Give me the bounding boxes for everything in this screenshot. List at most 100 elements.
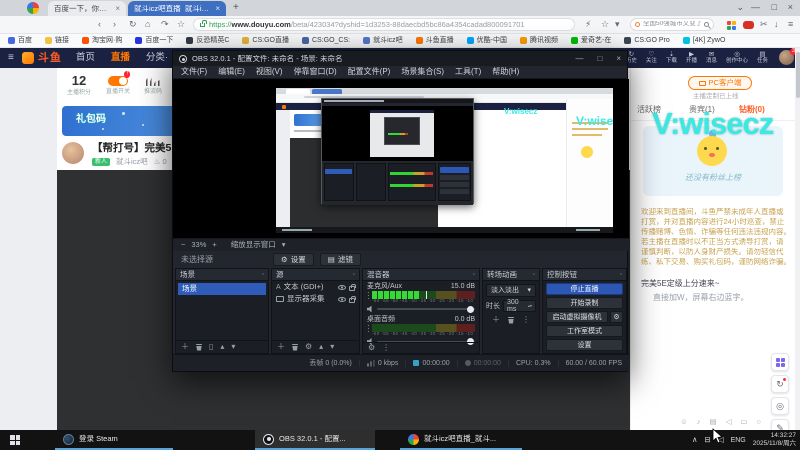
lock-icon[interactable] — [349, 295, 356, 303]
obs-settings-button[interactable]: 设置 — [546, 339, 623, 351]
remove-transition-button[interactable] — [508, 316, 514, 324]
pin-icon[interactable]: ▫ — [533, 272, 535, 278]
network-icon[interactable]: ⊟ — [705, 436, 711, 444]
scrollbar-thumb[interactable] — [795, 52, 800, 98]
bookmark-item[interactable]: 淘宝网·购 — [82, 37, 122, 44]
duplicate-icon[interactable]: ▯ — [209, 343, 213, 351]
bookmark-item[interactable]: [4K] ZywO — [682, 37, 725, 44]
bookmark-item[interactable]: 就斗icz吧 — [363, 37, 403, 44]
start-button[interactable] — [10, 435, 20, 445]
remove-source-button[interactable] — [292, 343, 298, 351]
input-language[interactable]: ENG — [731, 437, 746, 444]
history-button[interactable]: ↻ — [771, 375, 789, 393]
settings-icon[interactable]: ○ — [756, 418, 761, 426]
pin-icon[interactable]: ▫ — [620, 272, 622, 278]
bookmark-item[interactable]: 链接 — [45, 37, 69, 44]
spinner-arrows[interactable]: ▴▾ — [528, 304, 532, 308]
back-icon[interactable]: ‹ — [98, 20, 101, 29]
start-recording-button[interactable]: 开始录制 — [546, 297, 623, 309]
speaker-icon[interactable] — [367, 305, 372, 313]
live-toggle-stat[interactable]: ! 直播开关 — [99, 71, 137, 95]
bookmark-item[interactable]: 斗鱼直播 — [415, 37, 454, 44]
bookmark-item[interactable]: 优酷-中国 — [466, 37, 507, 44]
kebab-menu-icon[interactable]: ⋮ — [522, 316, 530, 324]
emote-icon[interactable]: ☺ — [680, 418, 688, 426]
slider-knob[interactable] — [467, 305, 475, 313]
zoom-mode-label[interactable]: 缩放显示窗口 — [231, 241, 276, 249]
move-up-button[interactable]: ▴ — [220, 343, 224, 351]
flash-icon[interactable]: ⚡ — [585, 20, 591, 29]
url-dropdown-icon[interactable]: ▾ — [615, 20, 620, 29]
bookmark-star-icon[interactable]: ☆ — [177, 20, 185, 29]
visibility-eye-icon[interactable] — [338, 296, 346, 302]
move-down-button[interactable]: ▾ — [231, 343, 235, 351]
panel-icon[interactable]: ▤ — [710, 418, 717, 426]
streamer-name[interactable]: 就斗icz吧 — [116, 158, 148, 166]
move-down-button[interactable]: ▾ — [330, 343, 334, 351]
zoom-in-button[interactable]: + — [212, 241, 216, 249]
live-toggle-switch[interactable]: ! — [108, 71, 130, 86]
menu-follow[interactable]: ♡ 关注 — [646, 51, 657, 65]
menu-messages[interactable]: ✉ 消息 — [706, 51, 717, 65]
bookmark-item[interactable]: 百度 — [8, 37, 32, 44]
url-field[interactable]: https://www.douyu.com/beta/423034?dyshid… — [193, 18, 575, 31]
menu-docks[interactable]: 停靠窗口(D) — [294, 68, 337, 76]
search-icon[interactable] — [704, 22, 709, 27]
user-avatar[interactable]: 3 — [779, 48, 797, 65]
stop-streaming-button[interactable]: 停止直播 — [546, 283, 623, 295]
taskbar-obs[interactable]: OBS 32.0.1 - 配置... — [255, 430, 375, 450]
menu-tools[interactable]: 工具(T) — [455, 68, 481, 76]
mute-icon[interactable]: ◁ — [726, 418, 732, 426]
menu-tasks[interactable]: ▤ 任务 — [757, 51, 768, 65]
douyu-logo-icon[interactable] — [21, 52, 34, 64]
menu-edit[interactable]: 编辑(E) — [218, 68, 245, 76]
pin-icon[interactable]: ▫ — [353, 272, 355, 278]
virtual-camera-settings-gear-icon[interactable]: ⚙ — [610, 311, 623, 323]
bookmark-item[interactable]: 爱奇艺-在 — [571, 37, 611, 44]
bookmark-item[interactable]: 腾讯视频 — [520, 37, 558, 44]
record-button[interactable]: ◎ — [771, 397, 789, 415]
mixer-settings-gear-icon[interactable]: ⚙ — [368, 344, 375, 352]
nav-home[interactable]: 首页 — [76, 53, 95, 63]
bookmark-item[interactable]: CS:GO Pro — [624, 37, 670, 44]
reload-icon[interactable]: ↻ — [129, 20, 137, 29]
duration-input[interactable]: 300 ms ▴▾ — [503, 299, 536, 313]
bookmark-item[interactable]: 百度一下 — [135, 37, 173, 44]
lock-icon[interactable] — [349, 283, 356, 291]
visibility-eye-icon[interactable] — [338, 284, 346, 290]
tray-expand-icon[interactable]: ∧ — [692, 436, 698, 444]
window-close-button[interactable]: × — [788, 3, 793, 12]
zoom-out-button[interactable]: − — [181, 241, 185, 249]
menu-scene-collection[interactable]: 场景集合(S) — [401, 68, 444, 76]
pin-icon[interactable]: ▫ — [473, 272, 475, 278]
tab-close-icon[interactable]: × — [115, 4, 120, 13]
browser-menu-icon[interactable]: ≡ — [788, 20, 793, 29]
remove-scene-button[interactable] — [196, 343, 202, 351]
page-scrollbar[interactable] — [795, 48, 800, 430]
source-item-display[interactable]: 显示器采集 — [272, 293, 359, 305]
browser-tab-baidu[interactable]: 百度一下，你就知道 × — [48, 1, 126, 16]
forward-icon[interactable]: › — [113, 20, 116, 29]
source-properties-gear-icon[interactable]: ⚙ — [305, 343, 312, 351]
redo-icon[interactable]: ↷ — [161, 20, 169, 29]
browser-logo-icon[interactable] — [27, 2, 39, 14]
obs-close-button[interactable]: × — [616, 54, 621, 63]
obs-maximize-button[interactable]: □ — [597, 54, 602, 63]
new-tab-button[interactable]: + — [233, 3, 239, 13]
danmu-panel-button[interactable] — [771, 353, 789, 371]
drag-grip[interactable] — [367, 291, 370, 299]
bookmark-item[interactable]: 反恐精英C — [186, 37, 229, 44]
add-transition-button[interactable]: ＋ — [492, 316, 500, 324]
virtual-camera-button[interactable]: 启动虚拟摄像机 — [546, 311, 608, 323]
home-icon[interactable]: ⌂ — [145, 20, 150, 29]
chevron-down-icon[interactable]: ▾ — [282, 241, 286, 249]
streamer-avatar[interactable] — [62, 142, 84, 164]
search-input[interactable]: 全国50强城市又变了 — [630, 18, 714, 31]
menu-view[interactable]: 视图(V) — [256, 68, 283, 76]
anchor-score-stat[interactable]: 12 主播积分 — [60, 74, 98, 96]
browser-tab-douyu-active[interactable]: 就斗icz吧直播_就斗icz吧直播_斗 × — [128, 1, 226, 16]
menu-download[interactable]: ⇣ 下载 — [666, 51, 677, 65]
taskbar-steam[interactable]: 登录 Steam — [55, 430, 173, 450]
douyu-brand[interactable]: 斗鱼 — [38, 52, 62, 64]
obs-minimize-button[interactable]: — — [575, 54, 583, 63]
